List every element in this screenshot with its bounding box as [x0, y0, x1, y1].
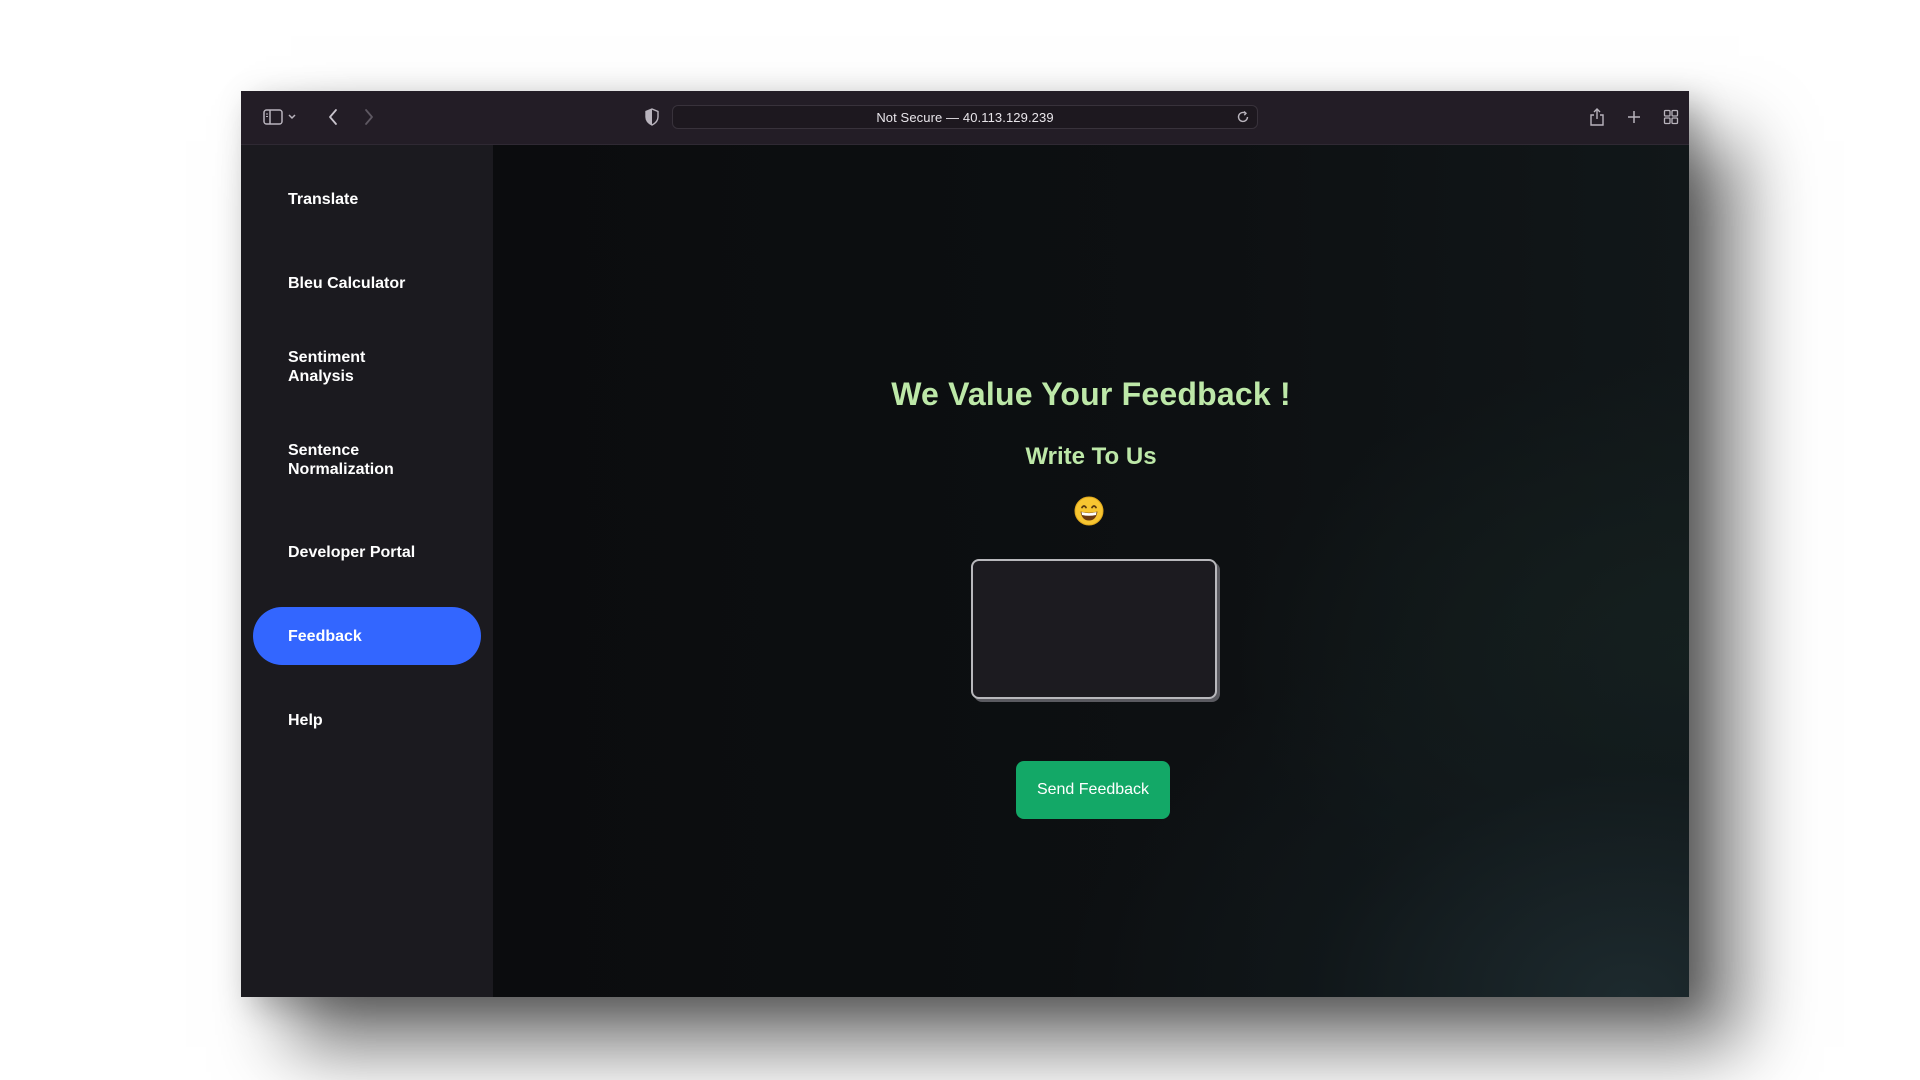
sidebar-item-label: Bleu Calculator — [288, 274, 406, 292]
feedback-textarea[interactable] — [971, 559, 1217, 699]
address-bar-text: Not Secure — 40.113.129.239 — [876, 110, 1054, 125]
reload-icon[interactable] — [1235, 109, 1251, 125]
sidebar-item-label: Sentence Normalization — [288, 442, 394, 478]
sidebar-nav: Translate Bleu Calculator Sentiment Anal… — [241, 145, 493, 997]
chevron-down-icon[interactable] — [285, 105, 299, 129]
sidebar-item-label: Translate — [288, 190, 359, 208]
sidebar-item-sentiment-analysis[interactable]: Sentiment Analysis — [253, 338, 481, 396]
send-feedback-button[interactable]: Send Feedback — [1016, 761, 1170, 819]
sidebar-item-sentence-normalization[interactable]: Sentence Normalization — [253, 431, 481, 489]
address-bar[interactable]: Not Secure — 40.113.129.239 — [672, 105, 1258, 129]
share-icon[interactable] — [1585, 105, 1609, 129]
tab-overview-icon[interactable] — [1659, 105, 1683, 129]
screenshot-stage: Not Secure — 40.113.129.239 Translate Bl… — [0, 0, 1920, 1080]
sidebar-item-label: Help — [288, 711, 323, 729]
page-title: We Value Your Feedback ! — [891, 376, 1291, 412]
page-subtitle: Write To Us — [1025, 443, 1157, 470]
sidebar-item-feedback[interactable]: Feedback — [253, 607, 481, 665]
sidebar-toggle-icon[interactable] — [261, 105, 285, 129]
grinning-face-emoji-icon — [1073, 495, 1105, 527]
browser-toolbar: Not Secure — 40.113.129.239 — [241, 91, 1689, 145]
main-content: We Value Your Feedback ! Write To Us Sen… — [493, 145, 1689, 997]
sidebar-item-label: Developer Portal — [288, 543, 416, 561]
forward-arrow-icon[interactable] — [357, 105, 381, 129]
sidebar-item-translate[interactable]: Translate — [253, 170, 481, 228]
sidebar-item-help[interactable]: Help — [253, 691, 481, 749]
sidebar-item-developer-portal[interactable]: Developer Portal — [253, 523, 481, 581]
sidebar-item-label: Sentiment Analysis — [288, 349, 366, 385]
sidebar-item-label: Feedback — [288, 627, 362, 645]
browser-window: Not Secure — 40.113.129.239 Translate Bl… — [241, 91, 1689, 997]
back-arrow-icon[interactable] — [321, 105, 345, 129]
shield-icon[interactable] — [640, 105, 664, 129]
new-tab-plus-icon[interactable] — [1622, 105, 1646, 129]
sidebar-item-bleu-calculator[interactable]: Bleu Calculator — [253, 254, 481, 312]
